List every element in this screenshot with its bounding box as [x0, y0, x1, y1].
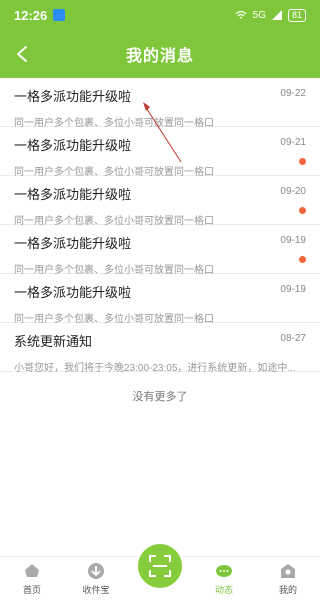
tab-home[interactable]: 首页 [0, 557, 64, 600]
message-date: 09-21 [280, 137, 306, 148]
chevron-left-icon [17, 46, 27, 62]
tab-profile[interactable]: 我的 [256, 557, 320, 600]
profile-icon [281, 564, 295, 578]
tab-scan [128, 541, 192, 600]
chat-icon [216, 565, 232, 577]
no-more-label: 没有更多了 [132, 391, 188, 403]
message-title: 一格多派功能升级啦 [14, 285, 132, 300]
message-date: 09-19 [280, 235, 306, 246]
title-bar: 我的消息 [0, 30, 320, 78]
unread-dot [299, 207, 306, 214]
bottom-tab-bar: 首页 收件宝 动态 我的 [0, 541, 320, 600]
message-title: 一格多派功能升级啦 [14, 89, 132, 104]
message-title: 一格多派功能升级啦 [14, 138, 132, 153]
message-item[interactable]: 系统更新通知 08-27 小哥您好，我们将于今晚23:00-23:05，进行系统… [0, 323, 320, 374]
unread-dot [299, 158, 306, 165]
status-indicators: 5G 81 [235, 8, 306, 22]
scan-button[interactable] [135, 541, 185, 591]
download-icon [88, 563, 104, 579]
home-icon [25, 564, 39, 577]
battery-indicator: 81 [287, 8, 306, 22]
header: 12:26 5G 81 我的消息 [0, 0, 320, 78]
message-title: 一格多派功能升级啦 [14, 187, 132, 202]
tab-inbox[interactable]: 收件宝 [64, 557, 128, 600]
message-item[interactable]: 一格多派功能升级啦 09-20 同一用户多个包裹、多位小哥可放置同一格口 [0, 176, 320, 227]
message-date: 09-19 [280, 284, 306, 295]
signal-icon [271, 10, 282, 20]
message-item[interactable]: 一格多派功能升级啦 09-19 同一用户多个包裹、多位小哥可放置同一格口 [0, 225, 320, 276]
message-date: 09-20 [280, 186, 306, 197]
page-title: 我的消息 [125, 48, 194, 65]
status-time: 12:26 [14, 7, 48, 23]
message-title: 系统更新通知 [14, 334, 93, 349]
message-item[interactable]: 一格多派功能升级啦 09-21 同一用户多个包裹、多位小哥可放置同一格口 [0, 127, 320, 178]
back-button[interactable] [6, 38, 38, 70]
tab-label: 我的 [278, 585, 297, 595]
message-date: 09-22 [280, 88, 306, 99]
scan-icon [149, 555, 171, 577]
tab-label: 首页 [22, 585, 41, 595]
tab-label: 收件宝 [82, 585, 110, 595]
message-date: 08-27 [280, 333, 306, 344]
signal-label: 5G [252, 9, 266, 21]
app-notification-icon [53, 9, 66, 21]
tab-label: 动态 [214, 585, 233, 595]
wifi-icon [235, 10, 247, 19]
message-item[interactable]: 一格多派功能升级啦 09-19 同一用户多个包裹、多位小哥可放置同一格口 [0, 274, 320, 325]
unread-dot [299, 256, 306, 263]
status-bar: 12:26 5G 81 [0, 0, 320, 30]
message-item[interactable]: 一格多派功能升级啦 09-22 同一用户多个包裹、多位小哥可放置同一格口 [0, 78, 320, 129]
message-title: 一格多派功能升级啦 [14, 236, 132, 251]
message-preview: 小哥您好，我们将于今晚23:00-23:05，进行系统更新，如途中... [14, 363, 296, 374]
tab-activity[interactable]: 动态 [192, 557, 256, 600]
message-list: 一格多派功能升级啦 09-22 同一用户多个包裹、多位小哥可放置同一格口 一格多… [0, 78, 320, 374]
